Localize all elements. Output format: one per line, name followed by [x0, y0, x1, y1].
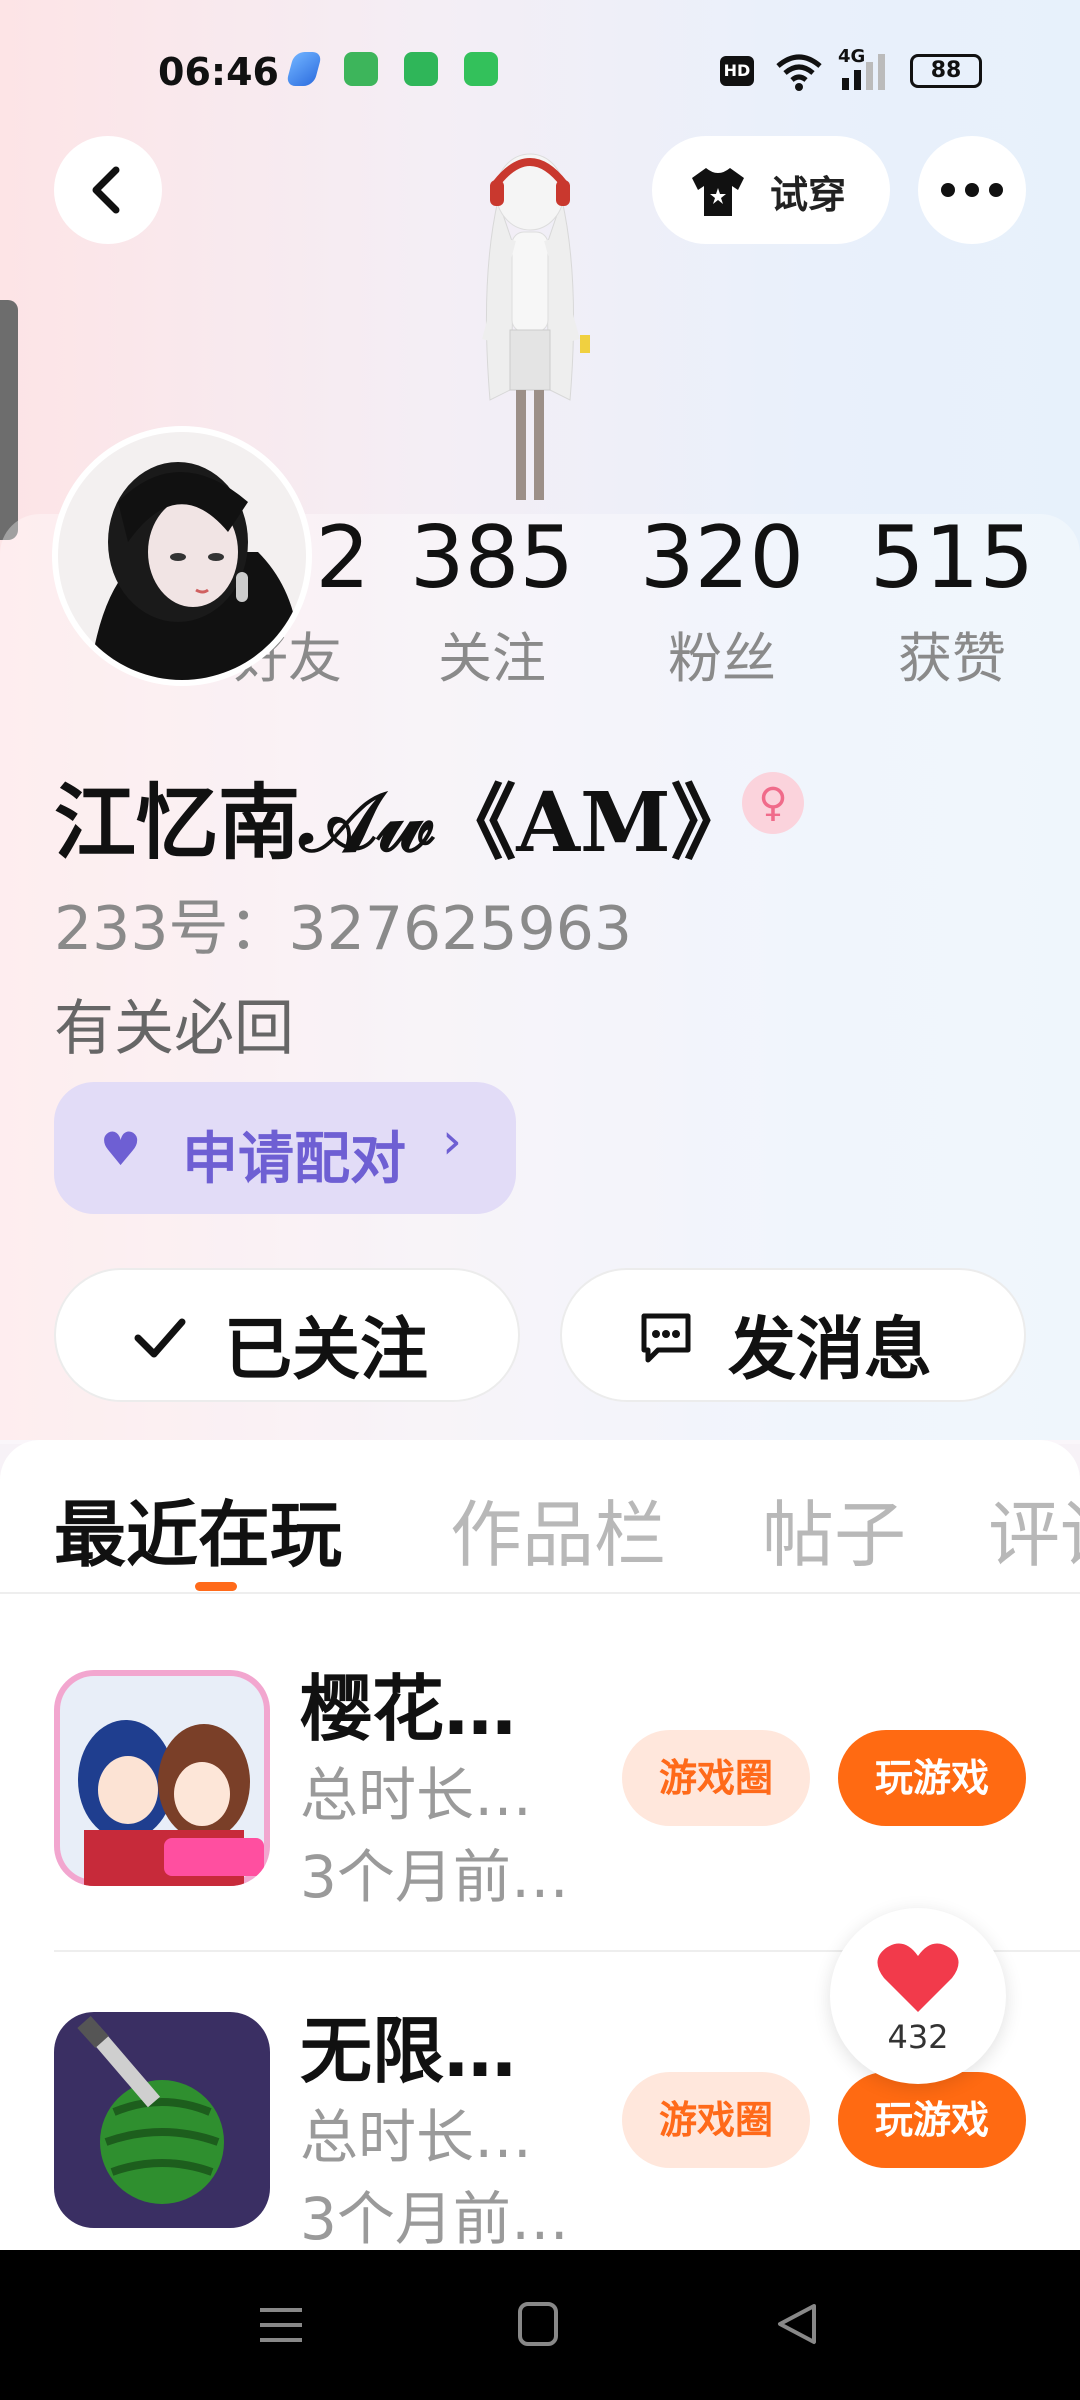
game-duration: 总时长…	[300, 1761, 533, 1829]
like-button[interactable]: 432	[830, 1908, 1006, 2084]
app-notification-icon	[285, 52, 323, 86]
stat-fans-value[interactable]: 320	[622, 508, 822, 608]
try-on-button[interactable]: 试穿	[652, 136, 890, 244]
following-button[interactable]: 已关注	[54, 1268, 520, 1402]
stat-fans-label[interactable]: 粉丝	[622, 614, 822, 693]
battery-indicator: 88	[910, 54, 982, 88]
signal-icon	[842, 54, 885, 90]
system-navigation-bar	[0, 2250, 1080, 2400]
hd-icon: HD	[720, 56, 754, 86]
gender-female-icon: ♀	[742, 772, 804, 834]
chevron-right-icon: ›	[442, 1112, 462, 1170]
game-title[interactable]: 无限…	[300, 1992, 516, 2097]
tab-works[interactable]: 作品栏	[450, 1476, 666, 1581]
chevron-left-icon	[92, 166, 120, 214]
like-count: 432	[887, 2018, 949, 2056]
heart-icon: ♥	[100, 1122, 142, 1176]
send-message-button[interactable]: 发消息	[560, 1268, 1026, 1402]
play-game-button[interactable]: 玩游戏	[838, 2072, 1026, 2168]
username: 江忆南𝒜𝓌《AM》	[54, 775, 753, 871]
game-circle-button[interactable]: 游戏圈	[622, 1730, 810, 1826]
game-title[interactable]: 樱花…	[300, 1650, 516, 1755]
user-id[interactable]: 233号：327625963	[54, 880, 632, 967]
tab-divider	[0, 1592, 1080, 1594]
stat-likes-value[interactable]: 515	[852, 508, 1052, 608]
back-button[interactable]	[54, 136, 162, 244]
status-bar: 06:46 HD 4G 88	[0, 40, 1080, 106]
game-icon-watermelon[interactable]	[54, 2012, 270, 2228]
avatar[interactable]	[52, 426, 312, 686]
try-on-label: 试穿	[770, 173, 847, 217]
game-duration: 总时长…	[300, 2103, 533, 2171]
request-pair-button[interactable]: ♥ 申请配对 ›	[54, 1082, 516, 1214]
wifi-icon	[776, 54, 822, 91]
menu-icon[interactable]	[258, 2302, 304, 2348]
heart-icon	[877, 1943, 959, 2012]
home-icon[interactable]	[516, 2300, 560, 2348]
more-dots-icon	[941, 183, 1003, 197]
game-last-played: 3个月前…	[300, 2185, 569, 2253]
game-last-played: 3个月前…	[300, 1843, 569, 1911]
tab-recently-played[interactable]: 最近在玩	[54, 1476, 342, 1581]
user-bio: 有关必回	[54, 994, 294, 1064]
side-edge-handle[interactable]	[0, 300, 18, 540]
shield-notification-icon	[404, 52, 438, 86]
active-tab-indicator	[195, 1582, 237, 1591]
avatar-3d-figure[interactable]	[420, 140, 640, 520]
tab-comments[interactable]: 评论	[988, 1476, 1080, 1581]
checkmark-icon	[134, 1318, 186, 1358]
send-message-label: 发消息	[728, 1311, 933, 1390]
chat-bubble-icon	[641, 1313, 691, 1363]
following-label: 已关注	[224, 1311, 429, 1390]
more-options-button[interactable]	[918, 136, 1026, 244]
status-time: 06:46	[158, 50, 279, 94]
tab-posts[interactable]: 帖子	[762, 1476, 906, 1581]
game-icon-sakura[interactable]	[54, 1670, 270, 1886]
request-pair-label: 申请配对	[182, 1127, 406, 1192]
stat-likes-label[interactable]: 获赞	[852, 614, 1052, 693]
game-circle-button[interactable]: 游戏圈	[622, 2072, 810, 2168]
message-notification-icon	[344, 52, 378, 86]
tshirt-icon	[692, 168, 744, 216]
play-game-button[interactable]: 玩游戏	[838, 1730, 1026, 1826]
back-triangle-icon[interactable]	[774, 2300, 820, 2348]
app-store-notification-icon	[464, 52, 498, 86]
stat-following-label[interactable]: 关注	[392, 614, 592, 693]
stat-following-value[interactable]: 385	[392, 508, 592, 608]
